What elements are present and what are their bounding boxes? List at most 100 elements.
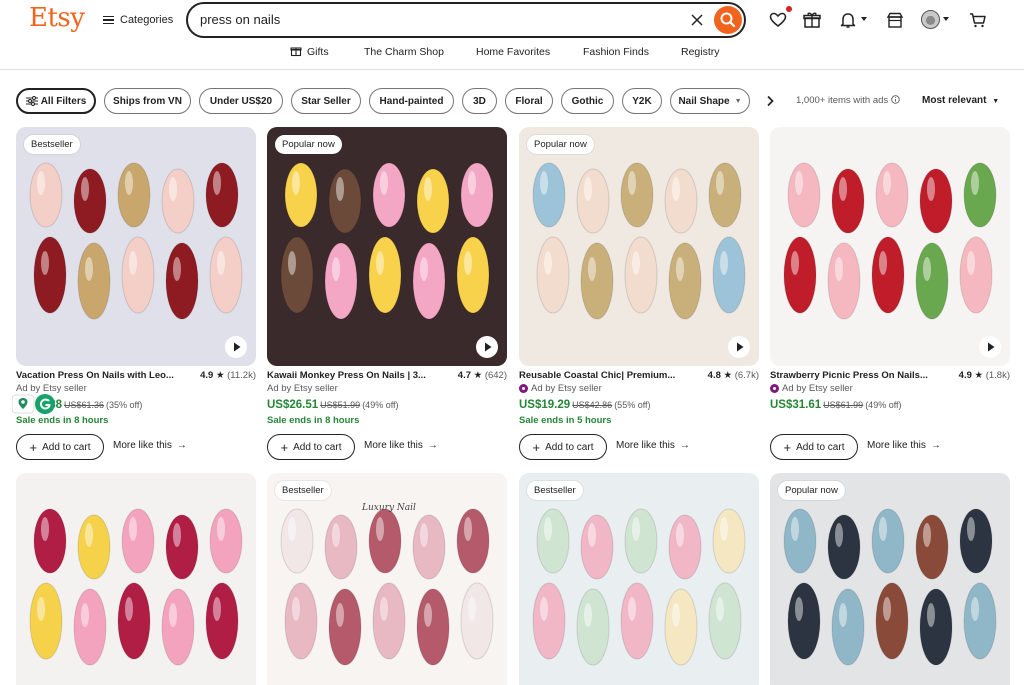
subnav-fashion-finds[interactable]: Fashion Finds	[583, 46, 649, 58]
gift-icon[interactable]	[802, 10, 822, 30]
more-like-this-link[interactable]: More like this →	[616, 440, 690, 451]
nail-shape	[29, 162, 63, 228]
categories-label: Categories	[120, 14, 174, 26]
shop-manager-icon[interactable]	[885, 10, 905, 30]
product-thumbnail[interactable]	[16, 473, 256, 685]
add-to-cart-button[interactable]: + Add to cart	[770, 434, 858, 460]
clear-search-icon[interactable]	[688, 11, 706, 29]
nail-shape	[532, 582, 566, 660]
add-to-cart-button[interactable]: + Add to cart	[267, 434, 355, 460]
product-thumbnail[interactable]: Popular now	[267, 127, 507, 366]
filter-chip-gothic[interactable]: Gothic	[561, 88, 614, 114]
filter-chip-floral[interactable]: Floral	[505, 88, 553, 114]
product-card[interactable]: Luxury Nail Bestseller	[267, 473, 507, 685]
subnav-registry[interactable]: Registry	[681, 46, 720, 58]
nail-highlight	[540, 171, 548, 195]
product-card[interactable]: Popular now Kawaii Monkey Press On Nails …	[267, 127, 507, 463]
product-card[interactable]: Strawberry Picnic Press On Nails... 4.9 ★…	[770, 127, 1010, 463]
product-thumbnail[interactable]: Bestseller	[519, 473, 759, 685]
filter-chip-ships-from-vn[interactable]: Ships from VN	[104, 88, 191, 114]
sort-dropdown[interactable]: Most relevant ▼	[922, 95, 999, 106]
filter-sliders-icon	[25, 96, 38, 106]
product-card[interactable]: Popular now	[770, 473, 1010, 685]
nail-shape	[664, 588, 698, 666]
sale-price: US$19.29	[519, 399, 571, 411]
nail-shape	[919, 588, 953, 666]
product-title[interactable]: Kawaii Monkey Press On Nails | 3...	[267, 370, 432, 381]
categories-button[interactable]: Categories	[103, 11, 173, 29]
product-thumbnail[interactable]: Popular now	[770, 473, 1010, 685]
original-price: US$61.36	[64, 400, 105, 410]
notifications-bell-icon[interactable]	[838, 10, 858, 30]
more-like-this-link[interactable]: More like this →	[867, 440, 941, 451]
chip-label: Y2K	[632, 95, 652, 107]
cart-icon[interactable]	[968, 10, 988, 30]
nail-shape	[328, 168, 362, 234]
nail-highlight	[628, 597, 636, 621]
filter-chip-hand-painted[interactable]: Hand-painted	[369, 88, 454, 114]
more-like-this-link[interactable]: More like this →	[113, 440, 187, 451]
subnav-home-favorites[interactable]: Home Favorites	[476, 46, 550, 58]
browser-extension-widget[interactable]	[11, 393, 56, 415]
location-pin-icon	[11, 394, 55, 414]
play-video-button[interactable]	[728, 336, 750, 358]
nail-shape	[963, 582, 997, 660]
product-title[interactable]: Strawberry Picnic Press On Nails...	[770, 370, 935, 381]
nail-highlight	[288, 251, 296, 275]
add-to-cart-label: Add to cart	[796, 441, 845, 453]
product-thumbnail[interactable]: Luxury Nail Bestseller	[267, 473, 507, 685]
add-to-cart-label: Add to cart	[545, 441, 594, 453]
price-line: .88US$61.36(35% off)	[46, 399, 142, 411]
product-title[interactable]: Reusable Coastal Chic| Premium...	[519, 370, 684, 381]
nail-highlight	[923, 523, 931, 547]
product-badge: Popular now	[778, 481, 845, 500]
play-video-button[interactable]	[225, 336, 247, 358]
add-to-cart-button[interactable]: + Add to cart	[16, 434, 104, 460]
product-rating: 4.9 ★ (1.8k)	[959, 370, 1010, 381]
product-thumbnail[interactable]	[770, 127, 1010, 366]
filter-chip-3d[interactable]: 3D	[462, 88, 497, 114]
account-caret-icon[interactable]	[943, 17, 949, 21]
nail-highlight	[544, 517, 552, 541]
info-icon[interactable]	[891, 95, 900, 104]
nail-shape	[29, 582, 63, 660]
filter-chip-star-seller[interactable]: Star Seller	[291, 88, 361, 114]
account-avatar[interactable]	[921, 10, 940, 29]
product-card[interactable]	[16, 473, 256, 685]
filter-chip-y2k[interactable]: Y2K	[622, 88, 662, 114]
filter-chip-nail-shape[interactable]: Nail Shape ▼	[670, 88, 750, 114]
product-thumbnail[interactable]: Popular now	[519, 127, 759, 366]
nail-shape	[783, 236, 817, 314]
search-input[interactable]	[200, 12, 680, 27]
review-count: (6.7k)	[734, 370, 759, 381]
play-video-button[interactable]	[979, 336, 1001, 358]
nail-shape	[580, 242, 614, 320]
nail-shape	[668, 242, 702, 320]
more-like-this-link[interactable]: More like this →	[364, 440, 438, 451]
all-filters-button[interactable]: All Filters	[16, 88, 96, 114]
favorites-heart-icon[interactable]	[768, 10, 788, 30]
product-card[interactable]: Bestseller	[519, 473, 759, 685]
nail-shape	[161, 588, 195, 666]
product-title[interactable]: Vacation Press On Nails with Leo...	[16, 370, 181, 381]
nail-highlight	[716, 597, 724, 621]
filter-chip-under-20[interactable]: Under US$20	[199, 88, 283, 114]
product-image	[267, 127, 507, 366]
subnav-charm-shop[interactable]: The Charm Shop	[364, 46, 444, 58]
nail-highlight	[879, 251, 887, 275]
product-thumbnail[interactable]: Bestseller	[16, 127, 256, 366]
star-seller-icon	[519, 384, 528, 393]
nail-shape	[827, 242, 861, 320]
etsy-logo[interactable]: Etsy	[29, 3, 85, 33]
notifications-caret-icon[interactable]	[861, 17, 867, 21]
chevron-right-icon[interactable]	[762, 93, 778, 109]
search-button[interactable]	[714, 6, 742, 34]
nail-shape	[121, 236, 155, 314]
nail-shape	[412, 514, 446, 580]
play-video-button[interactable]	[476, 336, 498, 358]
nail-shape	[712, 236, 746, 314]
product-card[interactable]: Popular now Reusable Coastal Chic| Premiu…	[519, 127, 759, 463]
add-to-cart-button[interactable]: + Add to cart	[519, 434, 607, 460]
review-count: (1.8k)	[985, 370, 1010, 381]
subnav-gifts[interactable]: Gifts	[307, 46, 329, 58]
